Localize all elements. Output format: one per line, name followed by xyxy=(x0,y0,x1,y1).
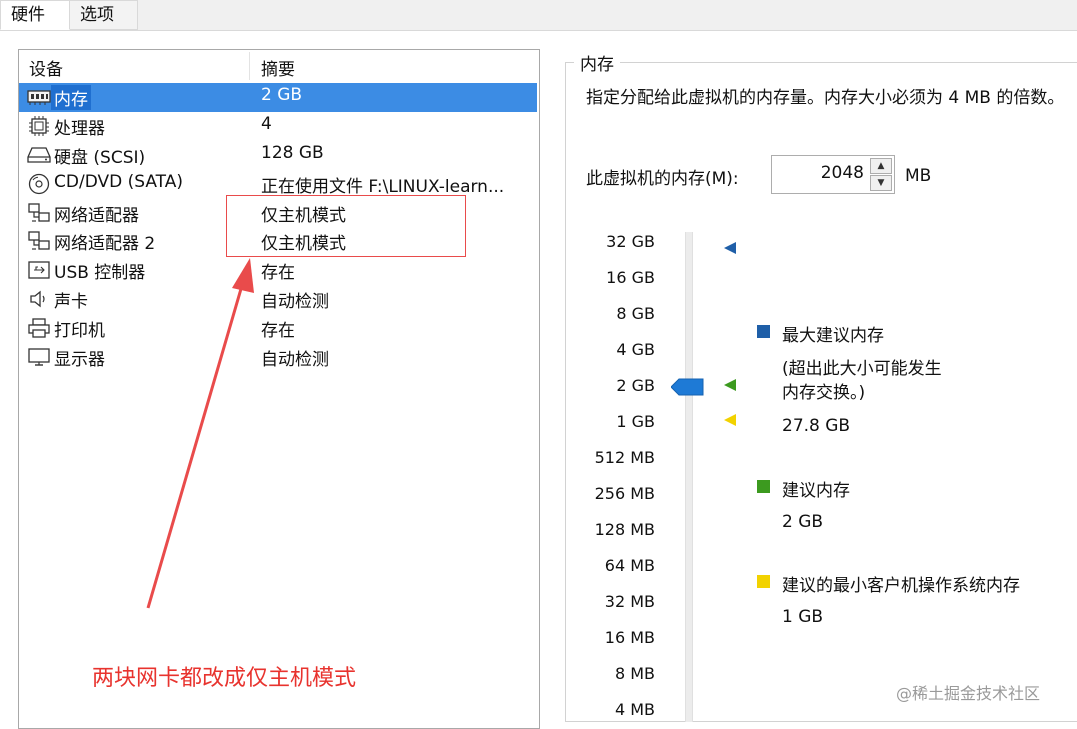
legend-minimum-value: 1 GB xyxy=(782,607,824,627)
memory-slider-track[interactable] xyxy=(685,232,693,722)
minimum-marker-icon xyxy=(724,414,736,426)
scale-label: 4 MB xyxy=(614,700,655,719)
legend-max-value: 27.8 GB xyxy=(782,416,851,436)
scale-label: 8 MB xyxy=(614,664,655,683)
legend-minimum-label: 建议的最小客户机操作系统内存 xyxy=(782,576,1020,596)
scale-label: 32 GB xyxy=(606,232,655,251)
scale-label: 32 MB xyxy=(604,592,655,611)
recommended-swatch-icon xyxy=(757,480,770,493)
memory-spinbox[interactable]: 2048 ▲ ▼ xyxy=(771,155,895,194)
spin-up-button[interactable]: ▲ xyxy=(870,158,892,174)
memory-field-label: 此虚拟机的内存(M): xyxy=(586,169,739,189)
scale-label: 16 GB xyxy=(606,268,655,287)
memory-slider-thumb[interactable] xyxy=(671,378,705,396)
scale-label: 128 MB xyxy=(594,520,655,539)
watermark: @稀土掘金技术社区 xyxy=(896,684,1041,703)
legend-recommended-value: 2 GB xyxy=(782,512,824,532)
max-recommended-swatch-icon xyxy=(757,325,770,338)
memory-scale: 32 GB 16 GB 8 GB 4 GB 2 GB 1 GB 512 MB 2… xyxy=(570,230,665,720)
scale-label: 64 MB xyxy=(604,556,655,575)
memory-input[interactable]: 2048 xyxy=(821,163,864,183)
memory-unit: MB xyxy=(905,166,932,186)
scale-label: 16 MB xyxy=(604,628,655,647)
annotation-text: 两块网卡都改成仅主机模式 xyxy=(92,666,357,691)
memory-description: 指定分配给此虚拟机的内存量。内存大小必须为 4 MB 的倍数。 xyxy=(586,88,1065,108)
recommended-marker-icon xyxy=(724,379,736,391)
legend-max-label: 最大建议内存 xyxy=(782,326,884,346)
minimum-swatch-icon xyxy=(757,575,770,588)
spin-buttons: ▲ ▼ xyxy=(870,158,892,191)
max-recommended-marker-icon xyxy=(724,242,736,254)
scale-label: 2 GB xyxy=(616,376,655,395)
scale-label: 4 GB xyxy=(616,340,655,359)
memory-group-title: 内存 xyxy=(574,50,620,75)
legend-max-note: (超出此大小可能发生内存交换。) xyxy=(782,359,942,403)
scale-label: 256 MB xyxy=(594,484,655,503)
scale-label: 1 GB xyxy=(616,412,655,431)
annotation-arrow-icon xyxy=(146,258,254,609)
scale-label: 512 MB xyxy=(594,448,655,467)
legend-recommended-label: 建议内存 xyxy=(782,481,850,501)
scale-label: 8 GB xyxy=(616,304,655,323)
spin-down-button[interactable]: ▼ xyxy=(870,175,892,191)
